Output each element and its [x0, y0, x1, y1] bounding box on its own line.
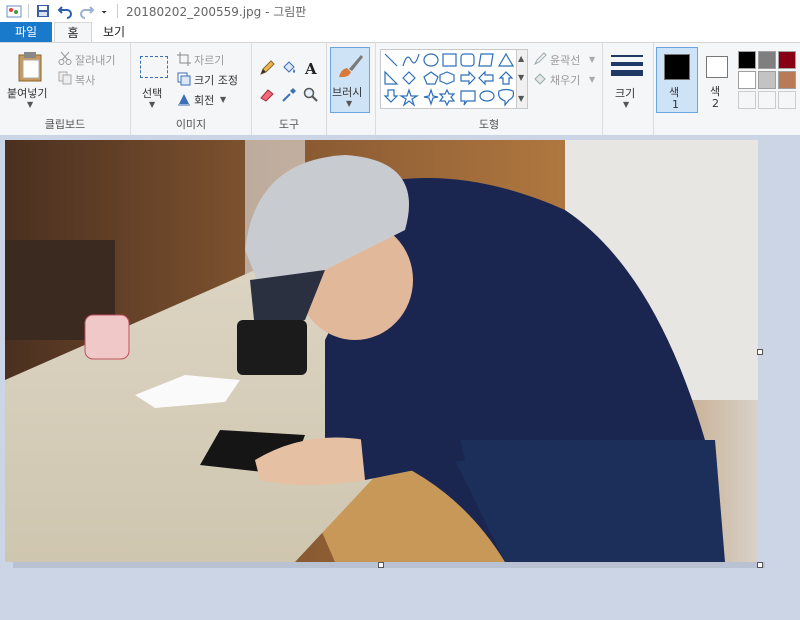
tab-file[interactable]: 파일: [0, 22, 52, 42]
palette-dark-red[interactable]: [778, 51, 796, 69]
tools-group: A 도구: [252, 43, 327, 135]
tab-view[interactable]: 보기: [94, 22, 134, 42]
clipboard-group: 붙여넣기 ▼ 잘라내기 복사 클립보드: [0, 43, 131, 135]
crop-icon: [177, 52, 191, 66]
shapes-expand-icon[interactable]: ▼: [518, 94, 524, 103]
shapes-scroll-down-icon[interactable]: ▼: [518, 73, 524, 82]
size-group: 크기 ▼: [603, 43, 654, 135]
palette-light-gray[interactable]: [758, 71, 776, 89]
paste-button[interactable]: 붙여넣기: [7, 85, 47, 101]
copy-icon: [58, 71, 72, 85]
rotate-dropdown-icon[interactable]: ▼: [220, 95, 226, 104]
cut-button[interactable]: 잘라내기: [75, 52, 115, 68]
save-icon[interactable]: [35, 3, 51, 19]
ribbon: 붙여넣기 ▼ 잘라내기 복사 클립보드 선택 ▼ 자르기 크기 조정 회전 ▼ …: [0, 42, 800, 136]
redo-icon[interactable]: [79, 3, 95, 19]
fill-dropdown-icon[interactable]: ▼: [589, 75, 595, 84]
color-1-swatch: [664, 54, 690, 80]
select-dropdown-icon[interactable]: ▼: [149, 100, 155, 109]
canvas-shadow: [13, 562, 765, 568]
color-1-number: 1: [672, 98, 679, 111]
shapes-icon: [383, 52, 515, 107]
magnifier-icon[interactable]: [303, 87, 319, 103]
brush-label: 브러시: [332, 86, 363, 99]
image-group: 선택 ▼ 자르기 크기 조정 회전 ▼ 이미지: [131, 43, 252, 135]
text-icon[interactable]: A: [303, 60, 319, 76]
eraser-icon[interactable]: [259, 87, 275, 103]
palette-white[interactable]: [738, 71, 756, 89]
resize-icon: [177, 72, 191, 86]
image-group-label: 이미지: [175, 118, 207, 131]
photo-illustration: [5, 140, 758, 562]
outline-icon: [533, 52, 547, 66]
palette-brown[interactable]: [778, 71, 796, 89]
brush-button[interactable]: 브러시 ▼: [330, 47, 370, 113]
palette-gray[interactable]: [758, 51, 776, 69]
palette-empty[interactable]: [778, 91, 796, 109]
resize-handle-right[interactable]: [757, 349, 763, 355]
color-2-number[interactable]: 2: [712, 97, 719, 110]
rotate-button[interactable]: 회전: [194, 92, 214, 108]
line-size-icon[interactable]: [611, 54, 643, 78]
canvas-image[interactable]: [5, 140, 758, 562]
clipboard-group-label: 클립보드: [44, 118, 86, 131]
tab-home[interactable]: 홈: [54, 22, 92, 44]
palette-empty[interactable]: [738, 91, 756, 109]
select-icon[interactable]: [140, 56, 168, 78]
window-title: 20180202_200559.jpg - 그림판: [126, 4, 307, 19]
shapes-gallery[interactable]: [380, 49, 518, 109]
tools-group-label: 도구: [278, 118, 300, 131]
color-picker-icon[interactable]: [281, 87, 297, 103]
resize-handle-bottom[interactable]: [378, 562, 384, 568]
fill-icon: [534, 73, 546, 85]
select-button[interactable]: 선택: [142, 85, 162, 101]
outline-dropdown-icon[interactable]: ▼: [589, 55, 595, 64]
size-button[interactable]: 크기: [615, 85, 635, 101]
color-1-button[interactable]: 색 1: [656, 47, 698, 113]
size-dropdown-icon[interactable]: ▼: [623, 100, 629, 109]
ribbon-tabs: 파일 홈 보기: [0, 22, 800, 44]
fill-bucket-icon[interactable]: [281, 60, 297, 76]
customize-quick-access-icon[interactable]: [101, 3, 111, 19]
brush-icon: [339, 55, 363, 78]
title-bar: 20180202_200559.jpg - 그림판: [0, 0, 800, 22]
color-2-swatch[interactable]: [706, 56, 728, 78]
brush-dropdown-icon: ▼: [346, 99, 353, 108]
rotate-icon: [178, 94, 190, 106]
palette-empty[interactable]: [758, 91, 776, 109]
paste-icon[interactable]: [16, 51, 44, 83]
undo-icon[interactable]: [57, 3, 73, 19]
outline-button[interactable]: 윤곽선: [550, 52, 580, 68]
shapes-group-label: 도형: [478, 118, 500, 131]
copy-button[interactable]: 복사: [75, 72, 95, 88]
crop-button[interactable]: 자르기: [194, 52, 224, 68]
divider: [28, 4, 29, 18]
palette-black[interactable]: [738, 51, 756, 69]
shapes-scrollbar[interactable]: ▲ ▼ ▼: [516, 49, 528, 109]
canvas-area[interactable]: [0, 135, 800, 620]
shapes-scroll-up-icon[interactable]: ▲: [518, 54, 524, 63]
pencil-icon[interactable]: [259, 60, 275, 76]
shapes-group: ▲ ▼ ▼ 윤곽선 ▼ 채우기 ▼ 도형: [376, 43, 603, 135]
svg-text:A: A: [304, 60, 317, 76]
fill-button[interactable]: 채우기: [550, 72, 580, 88]
brushes-group: 브러시 ▼: [327, 43, 376, 135]
paste-dropdown-icon[interactable]: ▼: [27, 100, 33, 109]
colors-group: 색 1 색 2: [654, 43, 800, 135]
paint-app-icon[interactable]: [6, 3, 22, 19]
resize-button[interactable]: 크기 조정: [194, 72, 238, 88]
cut-icon: [58, 51, 72, 65]
divider: [117, 4, 118, 18]
resize-handle-corner[interactable]: [757, 562, 763, 568]
